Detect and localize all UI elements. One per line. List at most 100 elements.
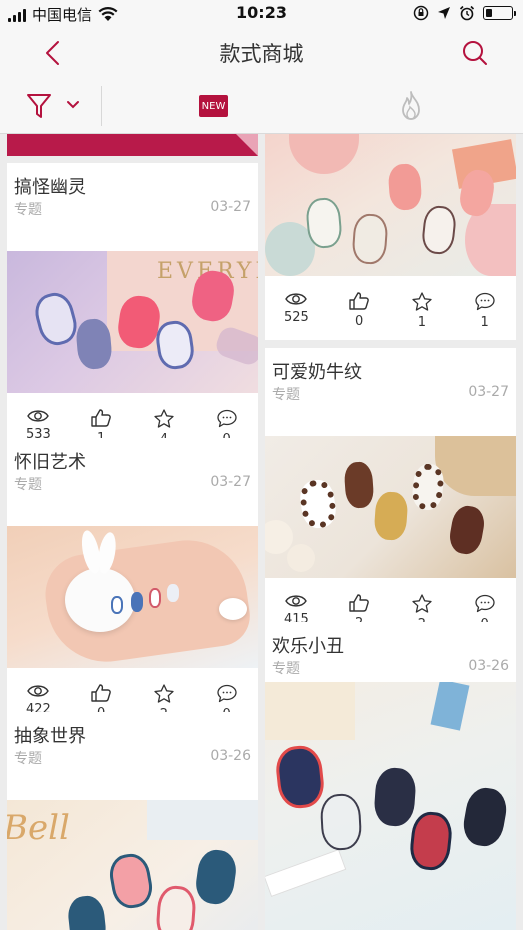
- paper-blue: [430, 682, 470, 731]
- likes-count: 0: [354, 314, 364, 329]
- thumbs-up-icon: [91, 684, 111, 702]
- nail: [410, 462, 446, 512]
- filter-dropdown-button[interactable]: [26, 90, 88, 122]
- nail: [167, 584, 179, 602]
- paper-gold: [265, 682, 355, 740]
- comment-icon: [216, 684, 237, 703]
- card-image[interactable]: Bell: [7, 800, 258, 930]
- card-date: 03-27: [468, 384, 509, 400]
- style-card[interactable]: 可爱奶牛纹 专题 03-27 415 2 2: [265, 348, 516, 642]
- style-card[interactable]: 欢乐小丑 专题 03-26: [265, 622, 516, 930]
- nail: [319, 792, 363, 852]
- nail: [373, 490, 409, 542]
- card-stats: 525 0 1 1: [265, 276, 516, 340]
- battery-level: [486, 9, 492, 17]
- nail: [387, 162, 423, 212]
- card-image[interactable]: [7, 526, 258, 668]
- card-date: 03-26: [210, 748, 251, 764]
- new-filter-tab[interactable]: NEW: [199, 95, 228, 117]
- thumbs-up-icon: [349, 292, 369, 310]
- favorites-stat[interactable]: 1: [391, 276, 454, 340]
- style-card[interactable]: 怀旧艺术 专题 03-27 422 0: [7, 438, 258, 732]
- eye-icon: [285, 293, 308, 305]
- orientation-lock-icon: [413, 5, 429, 21]
- location-icon: [438, 7, 450, 19]
- nail: [408, 810, 454, 872]
- search-icon: [463, 41, 487, 65]
- nail: [30, 288, 82, 350]
- favorites-count: 1: [417, 315, 427, 330]
- star-icon: [412, 594, 432, 613]
- card-header: 欢乐小丑 专题 03-26: [265, 622, 516, 682]
- nail: [273, 743, 327, 811]
- filter-divider: [101, 86, 102, 126]
- navigation-bar: 款式商城: [0, 28, 523, 78]
- nail: [155, 884, 197, 930]
- views-stat[interactable]: 525: [265, 276, 328, 340]
- likes-stat[interactable]: 0: [328, 276, 391, 340]
- status-bar: 中国电信 10:23: [0, 0, 523, 28]
- fluffy-texture: [435, 436, 516, 496]
- chevron-down-icon: [67, 101, 79, 109]
- card-image: [236, 134, 258, 156]
- style-card[interactable]: 525 0 1 1: [265, 134, 516, 340]
- nail: [420, 204, 458, 256]
- thumbs-up-icon: [91, 409, 111, 427]
- card-header: 搞怪幽灵 专题 03-27: [7, 163, 258, 251]
- nail: [373, 766, 417, 828]
- eye-icon: [27, 685, 50, 697]
- comments-stat[interactable]: 1: [453, 276, 516, 340]
- card-tag: 专题: [272, 387, 300, 403]
- alarm-icon: [459, 5, 475, 21]
- battery-icon: [483, 6, 516, 20]
- nail: [106, 850, 156, 912]
- nail: [447, 503, 487, 557]
- card-image[interactable]: EVERYD: [7, 251, 258, 393]
- card-title: 搞怪幽灵: [14, 177, 86, 198]
- card-title: 可爱奶牛纹: [272, 362, 362, 383]
- eye-icon: [27, 410, 50, 422]
- card-image[interactable]: [265, 436, 516, 578]
- nail: [66, 894, 108, 930]
- paper-strip: [265, 848, 347, 898]
- card-date: 03-27: [210, 199, 251, 215]
- paper-strip: [147, 800, 258, 840]
- comments-count: 1: [480, 315, 489, 330]
- style-card[interactable]: 抽象世界 专题 03-26 Bell: [7, 712, 258, 930]
- card-header: 怀旧艺术 专题 03-27: [7, 438, 258, 526]
- card-header: 抽象世界 专题 03-26: [7, 712, 258, 800]
- filter-bar: NEW: [0, 78, 523, 134]
- flame-icon: [402, 91, 420, 120]
- nail: [343, 461, 375, 509]
- card-date: 03-27: [210, 474, 251, 490]
- card-tag: 专题: [14, 477, 42, 493]
- search-button[interactable]: [457, 36, 493, 70]
- views-count: 525: [283, 310, 309, 325]
- card-date: 03-26: [468, 658, 509, 674]
- fluffy-ball: [287, 544, 315, 572]
- comment-icon: [474, 594, 495, 613]
- style-card[interactable]: 搞怪幽灵 专题 03-27 EVERYD 533 1: [7, 163, 258, 458]
- paw-plush: [289, 134, 359, 174]
- card-tag: 专题: [14, 751, 42, 767]
- card-tag: 专题: [14, 202, 42, 218]
- card-title: 抽象世界: [14, 726, 86, 747]
- bunny-plush: [65, 568, 135, 632]
- page-title: 款式商城: [219, 42, 304, 66]
- style-feed: 搞怪幽灵 专题 03-27 EVERYD 533 1: [0, 134, 523, 930]
- card-image[interactable]: [265, 682, 516, 930]
- card-partial-top-left[interactable]: [7, 134, 258, 156]
- bunny-figurine: [219, 598, 247, 620]
- nail: [193, 847, 239, 907]
- nail: [460, 784, 510, 850]
- card-title: 欢乐小丑: [272, 636, 344, 657]
- comment-icon: [474, 292, 495, 311]
- nail: [351, 212, 389, 266]
- nail: [297, 477, 339, 531]
- image-text: Bell: [7, 808, 70, 848]
- nail: [111, 596, 123, 614]
- hot-filter-tab[interactable]: [396, 90, 426, 122]
- card-tag: 专题: [272, 661, 300, 677]
- eye-icon: [285, 595, 308, 607]
- card-image[interactable]: [265, 134, 516, 276]
